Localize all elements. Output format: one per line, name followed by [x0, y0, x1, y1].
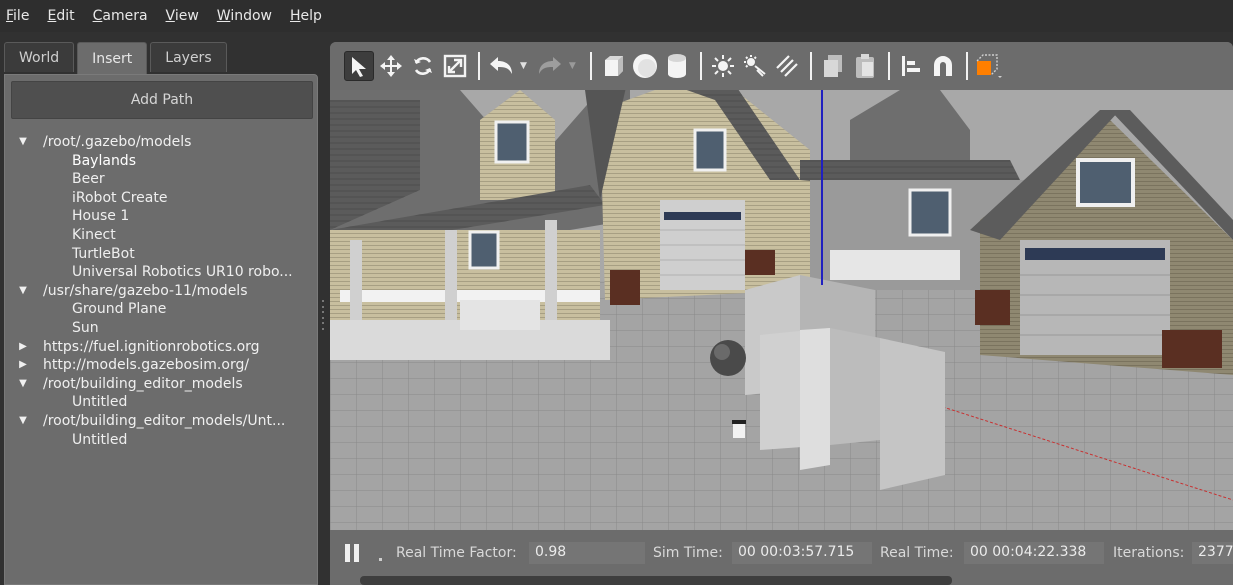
sim-time-label: Sim Time: [653, 545, 723, 561]
iterations-value: 2377 [1192, 542, 1233, 564]
snap-magnet-icon[interactable] [928, 51, 958, 81]
paste-icon[interactable] [850, 51, 880, 81]
tree-model-item[interactable]: Ground Plane [15, 300, 315, 319]
redo-icon[interactable] [535, 51, 565, 81]
menu-view[interactable]: View [166, 8, 199, 24]
menu-edit[interactable]: Edit [47, 8, 74, 24]
small-robot-model [732, 420, 746, 438]
toolbar-separator [699, 52, 702, 80]
translate-icon[interactable] [376, 51, 406, 81]
tree-folder[interactable]: ▶ https://fuel.ignitionrobotics.org [15, 338, 315, 357]
scene-panel: ▼ ▼ Real Time Factor: 0.98 Sim Time: 00 … [330, 42, 1233, 585]
tree-item-label: Untitled [72, 394, 128, 411]
tree-model-item[interactable]: Kinect [15, 226, 315, 245]
expand-arrow-down-icon[interactable]: ▼ [15, 375, 31, 393]
tree-folder[interactable]: ▼ /usr/share/gazebo-11/models [15, 282, 315, 301]
sim-time-value: 00 00:03:57.715 [732, 542, 872, 564]
tree-model-item[interactable]: TurtleBot [15, 245, 315, 264]
tree-item-label: http://models.gazebosim.org/ [43, 357, 250, 374]
scene-toolbar: ▼ ▼ [330, 42, 1233, 90]
tree-model-item[interactable]: iRobot Create [15, 189, 315, 208]
tree-model-item[interactable]: Sun [15, 319, 315, 338]
real-time-factor-label: Real Time Factor: [396, 545, 517, 561]
box-icon[interactable] [598, 51, 628, 81]
tree-model-item[interactable]: Universal Robotics UR10 robo... [15, 263, 315, 282]
left-tabs: World Insert Layers [4, 42, 230, 75]
expand-arrow-right-icon[interactable]: ▶ [15, 338, 31, 356]
tab-world[interactable]: World [4, 42, 75, 72]
tree-model-item[interactable]: Untitled [15, 393, 315, 412]
real-time-value: 00 00:04:22.338 [964, 542, 1104, 564]
panel-splitter[interactable] [320, 300, 326, 330]
tree-item-label: /usr/share/gazebo-11/models [43, 282, 248, 299]
tree-model-item[interactable]: Baylands [15, 152, 315, 171]
iterations-label: Iterations: [1113, 545, 1185, 561]
sphere-icon[interactable] [630, 51, 660, 81]
undo-icon[interactable] [486, 51, 516, 81]
model-tree: ▼ /root/.gazebo/models Baylands Beer iRobot … [15, 133, 315, 449]
toolbar-separator [589, 52, 592, 80]
tree-item-label: https://fuel.ignitionrobotics.org [43, 338, 260, 355]
toolbar-separator [478, 52, 480, 80]
rotate-icon[interactable] [408, 51, 438, 81]
directional-light-icon[interactable] [772, 51, 802, 81]
toolbar-separator [809, 52, 812, 80]
tab-layers[interactable]: Layers [150, 42, 227, 72]
tree-item-label: /root/building_editor_models/Unt... [43, 412, 286, 429]
menu-camera[interactable]: Camera [93, 8, 148, 24]
tree-item-label: Beer [72, 171, 105, 188]
redo-dropdown-icon[interactable]: ▼ [569, 61, 576, 71]
tree-item-label: iRobot Create [72, 189, 168, 206]
tree-folder[interactable]: ▼ /root/building_editor_models/Unt... [15, 412, 315, 431]
sphere-model [710, 340, 746, 376]
toolbar-separator [965, 52, 968, 80]
tree-item-label: TurtleBot [72, 245, 135, 262]
point-light-icon[interactable] [708, 51, 738, 81]
tree-item-label: Sun [72, 319, 99, 336]
horizontal-scrollbar[interactable] [360, 576, 952, 585]
left-panel: World Insert Layers Add Path ▼ /root/.gazeb… [4, 42, 318, 585]
add-path-button[interactable]: Add Path [11, 81, 313, 119]
copy-icon[interactable] [818, 51, 848, 81]
menu-help[interactable]: Help [290, 8, 322, 24]
real-time-label: Real Time: [880, 545, 954, 561]
menu-bar: File Edit Camera View Window Help [0, 0, 1233, 32]
tree-item-label: Ground Plane [72, 301, 167, 318]
tree-item-label: House 1 [72, 208, 130, 225]
align-icon[interactable] [896, 51, 926, 81]
undo-dropdown-icon[interactable]: ▼ [520, 61, 527, 71]
tree-item-label: /root/.gazebo/models [43, 134, 192, 150]
tab-insert[interactable]: Insert [77, 42, 148, 75]
real-time-factor-value: 0.98 [529, 542, 645, 564]
expand-arrow-down-icon[interactable]: ▼ [15, 412, 31, 430]
tree-model-item[interactable]: Beer [15, 170, 315, 189]
expand-arrow-down-icon[interactable]: ▼ [15, 133, 31, 151]
spot-light-icon[interactable] [740, 51, 770, 81]
tree-item-label: Kinect [72, 226, 116, 243]
select-arrow-icon[interactable] [344, 51, 374, 81]
tree-item-label: /root/building_editor_models [43, 375, 243, 392]
expand-arrow-down-icon[interactable]: ▼ [15, 282, 31, 300]
tree-folder[interactable]: ▶ http://models.gazebosim.org/ [15, 356, 315, 375]
house-left [330, 90, 630, 360]
tree-folder[interactable]: ▼ /root/building_editor_models [15, 375, 315, 394]
insert-panel: Add Path ▼ /root/.gazebo/models Baylands Be… [4, 74, 318, 585]
menu-window[interactable]: Window [217, 8, 272, 24]
pause-button[interactable] [345, 544, 359, 562]
toolbar-separator [887, 52, 890, 80]
cylinder-icon[interactable] [662, 51, 692, 81]
menu-file[interactable]: File [6, 8, 29, 24]
view-angle-icon[interactable] [974, 51, 1004, 81]
3d-viewport[interactable] [330, 70, 1233, 530]
step-button[interactable] [379, 558, 382, 561]
sim-status-bar: Real Time Factor: 0.98 Sim Time: 00 00:0… [330, 530, 1233, 585]
tree-model-item[interactable]: Untitled [15, 431, 315, 450]
tree-folder[interactable]: ▼ /root/.gazebo/models [15, 133, 315, 152]
scale-icon[interactable] [440, 51, 470, 81]
tree-item-label: Untitled [72, 431, 128, 448]
tree-item-label: Universal Robotics UR10 robo... [72, 264, 293, 281]
tree-item-label: Baylands [72, 152, 136, 169]
tree-model-item[interactable]: House 1 [15, 207, 315, 226]
expand-arrow-right-icon[interactable]: ▶ [15, 356, 31, 374]
